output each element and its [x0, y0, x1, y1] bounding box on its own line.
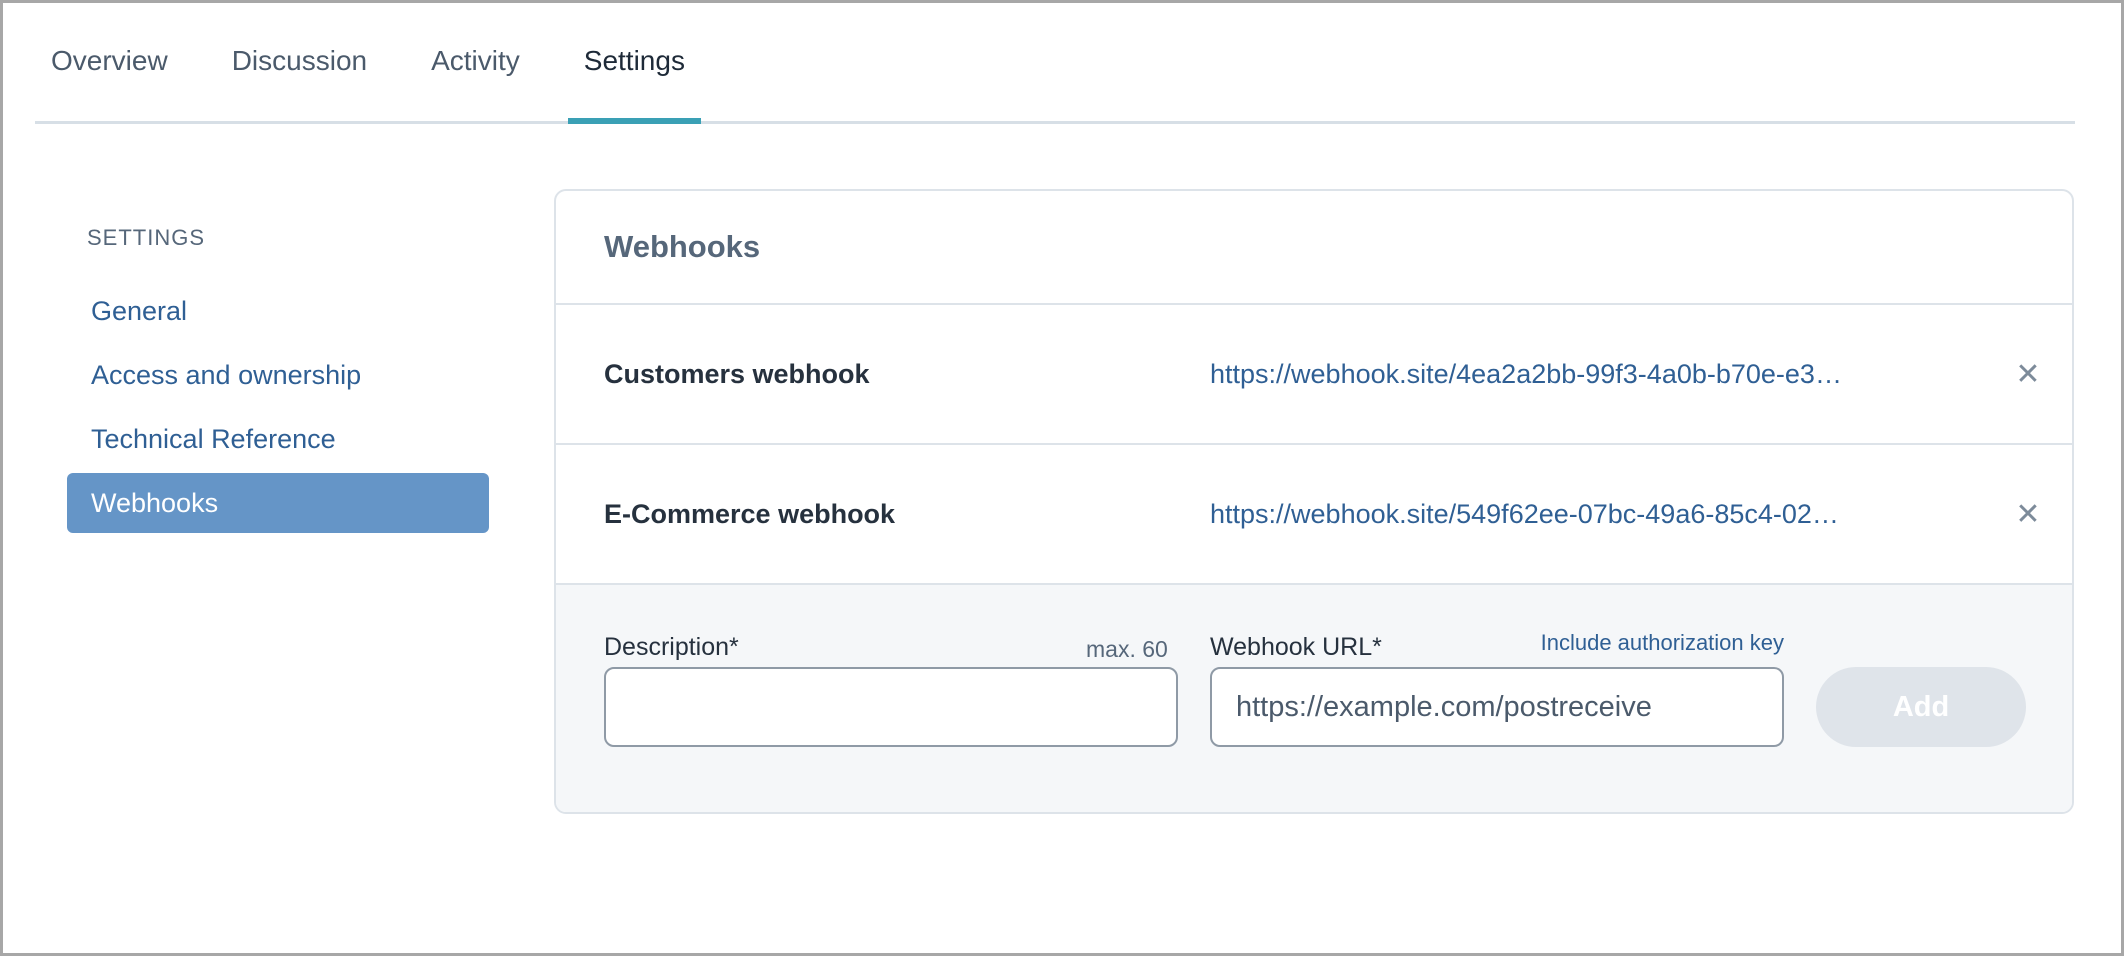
- tab-label: Settings: [583, 44, 685, 76]
- tab-label: Discussion: [231, 44, 368, 76]
- panel-title: Webhooks: [556, 191, 2072, 305]
- tab-bar: Overview Discussion Activity Settings: [35, 3, 2075, 124]
- sidebar-item-technical-reference[interactable]: Technical Reference: [67, 409, 489, 469]
- description-input[interactable]: [604, 667, 1178, 747]
- add-webhook-button[interactable]: Add: [1816, 667, 2026, 747]
- tab-overview[interactable]: Overview: [35, 0, 184, 121]
- webhook-url-link[interactable]: https://webhook.site/4ea2a2bb-99f3-4a0b-…: [1210, 359, 1910, 390]
- sidebar-heading: SETTINGS: [87, 225, 206, 250]
- sidebar-item-general[interactable]: General: [67, 281, 489, 341]
- close-icon: ✕: [2015, 357, 2041, 391]
- tab-label: Activity: [431, 44, 520, 76]
- tab-discussion[interactable]: Discussion: [216, 0, 383, 121]
- window-frame: Overview Discussion Activity Settings SE…: [0, 0, 2124, 956]
- tab-label: Overview: [51, 44, 168, 76]
- webhook-row: Customers webhook https://webhook.site/4…: [556, 305, 2072, 445]
- remove-webhook-button[interactable]: ✕: [2010, 356, 2046, 392]
- description-label: Description*: [604, 633, 739, 661]
- webhook-row: E-Commerce webhook https://webhook.site/…: [556, 445, 2072, 585]
- include-authorization-key-link[interactable]: Include authorization key: [1516, 630, 1784, 656]
- webhook-url-label: Webhook URL*: [1210, 633, 1382, 661]
- sidebar-item-access-and-ownership[interactable]: Access and ownership: [67, 345, 489, 405]
- webhook-name: Customers webhook: [604, 358, 870, 389]
- webhook-name: E-Commerce webhook: [604, 498, 896, 529]
- sidebar-item-webhooks[interactable]: Webhooks: [67, 473, 489, 533]
- settings-sidebar: SETTINGS General Access and ownership Te…: [67, 225, 489, 537]
- tab-activity[interactable]: Activity: [415, 0, 536, 121]
- close-icon: ✕: [2015, 497, 2041, 531]
- webhooks-panel: Webhooks Customers webhook https://webho…: [554, 189, 2074, 814]
- remove-webhook-button[interactable]: ✕: [2010, 496, 2046, 532]
- webhook-url-input[interactable]: [1210, 667, 1784, 747]
- tab-settings[interactable]: Settings: [567, 0, 702, 124]
- add-webhook-form: Description* max. 60 Webhook URL* Includ…: [556, 585, 2072, 812]
- webhook-url-link[interactable]: https://webhook.site/549f62ee-07bc-49a6-…: [1210, 499, 1910, 530]
- description-max-hint: max. 60: [1086, 636, 1168, 662]
